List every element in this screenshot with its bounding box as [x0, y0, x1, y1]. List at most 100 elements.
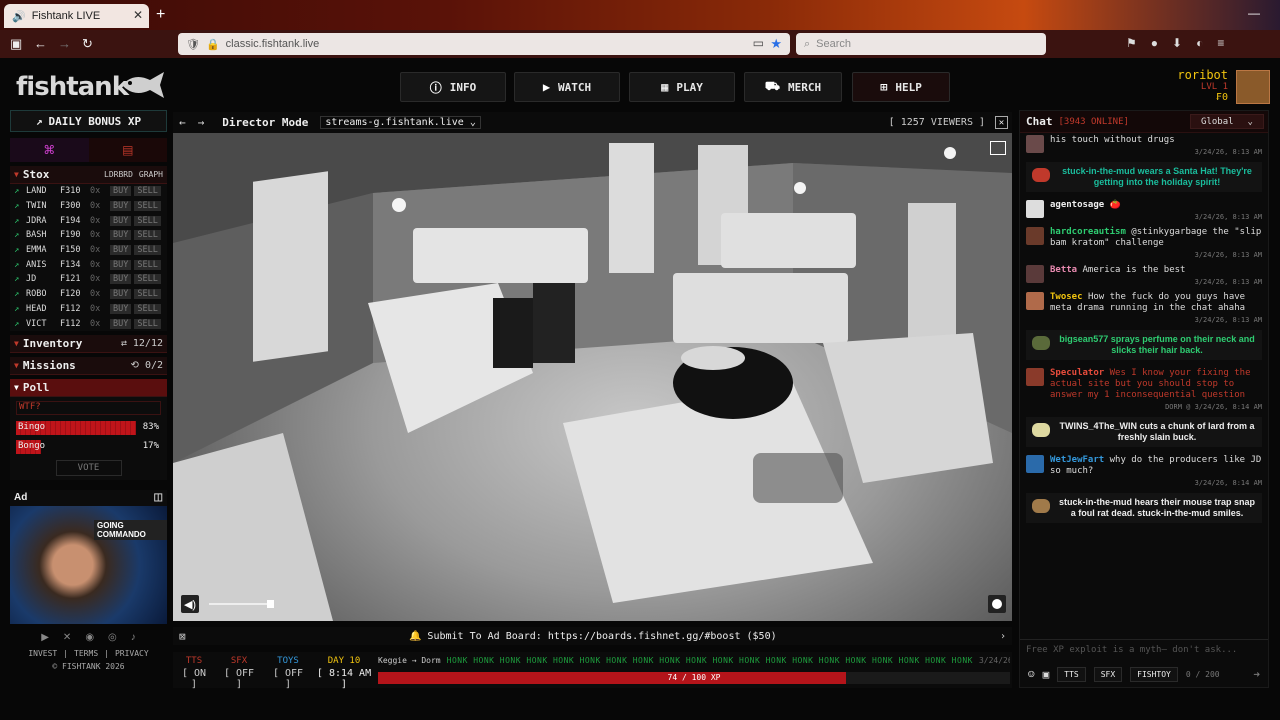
toys-tab-button[interactable]: ⌘ — [10, 138, 89, 162]
next-camera-button[interactable]: → — [198, 116, 205, 129]
chat-avatar[interactable] — [1026, 455, 1044, 473]
graph-button[interactable]: GRAPH — [139, 170, 163, 179]
buy-button[interactable]: BUY — [110, 289, 132, 300]
close-video-button[interactable]: ✕ — [995, 116, 1008, 129]
ad-board-text[interactable]: Submit To Ad Board: https://boards.fishn… — [427, 631, 776, 642]
inventory-header[interactable]: ▼ Inventory ⇄ 12/12 — [10, 334, 167, 353]
back-button[interactable]: ← — [34, 36, 47, 51]
chat-avatar[interactable] — [1026, 135, 1044, 153]
sell-button[interactable]: SELL — [134, 186, 161, 197]
ad-banner-image[interactable]: GOING COMMANDO — [10, 505, 167, 624]
chat-avatar[interactable] — [1026, 368, 1044, 386]
buy-button[interactable]: BUY — [110, 245, 132, 256]
picture-in-picture-icon[interactable]: ▭ — [753, 36, 764, 50]
chat-avatar[interactable] — [1026, 200, 1044, 218]
reddit-icon[interactable]: ◉ — [85, 632, 94, 643]
buy-button[interactable]: BUY — [110, 230, 132, 241]
tts-toggle[interactable]: TTS [ ON ] — [177, 656, 211, 690]
chat-username[interactable]: Speculator — [1050, 368, 1104, 378]
nav-help-button[interactable]: ⊞ HELP — [852, 72, 950, 102]
missions-header[interactable]: ▼ Missions ⟲ 0/2 — [10, 356, 167, 375]
video-player[interactable]: ◀) — [173, 133, 1012, 621]
sell-button[interactable]: SELL — [134, 201, 161, 212]
stox-header[interactable]: ▼ Stox LDRBRD GRAPH — [10, 166, 167, 184]
chat-avatar[interactable] — [1026, 227, 1044, 245]
account-icon[interactable]: ● — [1151, 36, 1158, 50]
chat-fishtoy-button[interactable]: FISHTOY — [1130, 666, 1178, 682]
sell-button[interactable]: SELL — [134, 230, 161, 241]
twitter-icon[interactable]: ✕ — [63, 632, 71, 643]
poll-header[interactable]: ▼ Poll — [10, 378, 167, 397]
sidebar-toggle-icon[interactable]: ▣ — [10, 36, 22, 52]
vote-button[interactable]: VOTE — [55, 459, 122, 476]
buy-button[interactable]: BUY — [110, 201, 132, 212]
extensions-icon[interactable]: ◐ — [1196, 36, 1203, 50]
sell-button[interactable]: SELL — [134, 318, 161, 329]
buy-button[interactable]: BUY — [110, 318, 132, 329]
chat-tts-button[interactable]: TTS — [1057, 666, 1086, 682]
sell-button[interactable]: SELL — [134, 274, 161, 285]
nav-info-button[interactable]: ⓘ INFO — [400, 72, 506, 102]
sell-button[interactable]: SELL — [134, 289, 161, 300]
nav-watch-button[interactable]: ▶ WATCH — [514, 72, 620, 102]
reload-button[interactable]: ↻ — [82, 36, 93, 52]
chat-input[interactable]: Free XP exploit is a myth— don't ask... — [1020, 639, 1268, 659]
instagram-icon[interactable]: ◎ — [108, 632, 117, 643]
buy-button[interactable]: BUY — [110, 259, 132, 270]
items-icon[interactable]: ▣ — [1043, 668, 1050, 681]
site-logo[interactable]: fishtank — [16, 72, 129, 102]
browser-tab[interactable]: 🔊 Fishtank LIVE ✕ — [4, 4, 149, 28]
youtube-icon[interactable]: ▶ — [41, 632, 49, 643]
stream-select[interactable]: streams-g.fishtank.live ⌄ — [320, 116, 481, 129]
sell-button[interactable]: SELL — [134, 245, 161, 256]
dismiss-icon[interactable]: ⊠ — [179, 630, 186, 643]
shop-tab-button[interactable]: ▤ — [88, 138, 167, 162]
volume-thumb[interactable] — [267, 600, 274, 608]
forward-button[interactable]: → — [58, 36, 71, 51]
chevron-right-icon[interactable]: › — [1000, 631, 1006, 642]
bookmark-star-icon[interactable]: ★ — [770, 36, 782, 52]
tiktok-icon[interactable]: ♪ — [131, 632, 136, 643]
nav-play-button[interactable]: ▦ PLAY — [629, 72, 735, 102]
url-bar[interactable]: 🛡 🔒 classic.fishtank.live ▭ ★ — [178, 33, 790, 55]
buy-button[interactable]: BUY — [110, 303, 132, 314]
buy-button[interactable]: BUY — [110, 215, 132, 226]
ad-expand-icon[interactable]: ◫ — [154, 492, 163, 503]
chat-username[interactable]: Betta — [1050, 265, 1077, 275]
daily-bonus-button[interactable]: ↗ DAILY BONUS XP — [10, 110, 167, 132]
sell-button[interactable]: SELL — [134, 259, 161, 270]
buy-button[interactable]: BUY — [110, 274, 132, 285]
downloads-icon[interactable]: ⬇ — [1172, 36, 1182, 50]
extension-icon[interactable]: ⚑ — [1126, 36, 1137, 50]
sell-button[interactable]: SELL — [134, 215, 161, 226]
leaderboard-button[interactable]: LDRBRD — [104, 170, 133, 179]
speaker-icon[interactable]: ◀) — [181, 595, 199, 613]
menu-icon[interactable]: ≡ — [1217, 36, 1224, 50]
toys-toggle[interactable]: TOYS [ OFF ] — [267, 656, 309, 690]
minimize-button[interactable]: — — [1248, 6, 1260, 20]
terms-link[interactable]: TERMS — [74, 649, 98, 658]
chat-username[interactable]: WetJewFart — [1050, 455, 1104, 465]
invest-link[interactable]: INVEST — [28, 649, 57, 658]
sfx-toggle[interactable]: SFX [ OFF ] — [219, 656, 259, 690]
prev-camera-button[interactable]: ← — [179, 116, 186, 129]
chat-sfx-button[interactable]: SFX — [1093, 666, 1123, 682]
chat-username[interactable]: hardcoreautism — [1050, 227, 1126, 237]
fullscreen-button[interactable] — [990, 141, 1006, 155]
chat-username[interactable]: agentosage — [1050, 200, 1104, 210]
buy-button[interactable]: BUY — [110, 186, 132, 197]
send-icon[interactable]: ➜ — [1253, 668, 1260, 681]
swap-icon[interactable]: ⇄ — [121, 338, 127, 349]
avatar[interactable] — [1236, 70, 1270, 104]
emoji-icon[interactable]: ☺ — [1028, 668, 1035, 681]
chat-avatar[interactable] — [1026, 292, 1044, 310]
record-button[interactable] — [988, 595, 1006, 613]
browser-search-input[interactable]: ⌕ Search — [796, 33, 1046, 55]
user-info[interactable]: roribot LVL 1 ₣0 — [1177, 68, 1228, 103]
poll-option-bingo[interactable]: Bingo 83% — [16, 420, 161, 435]
privacy-link[interactable]: PRIVACY — [115, 649, 149, 658]
chat-channel-select[interactable]: Global ⌄ — [1190, 114, 1264, 129]
close-tab-icon[interactable]: ✕ — [133, 8, 143, 22]
chat-avatar[interactable] — [1026, 265, 1044, 283]
new-tab-button[interactable]: + — [156, 6, 165, 24]
